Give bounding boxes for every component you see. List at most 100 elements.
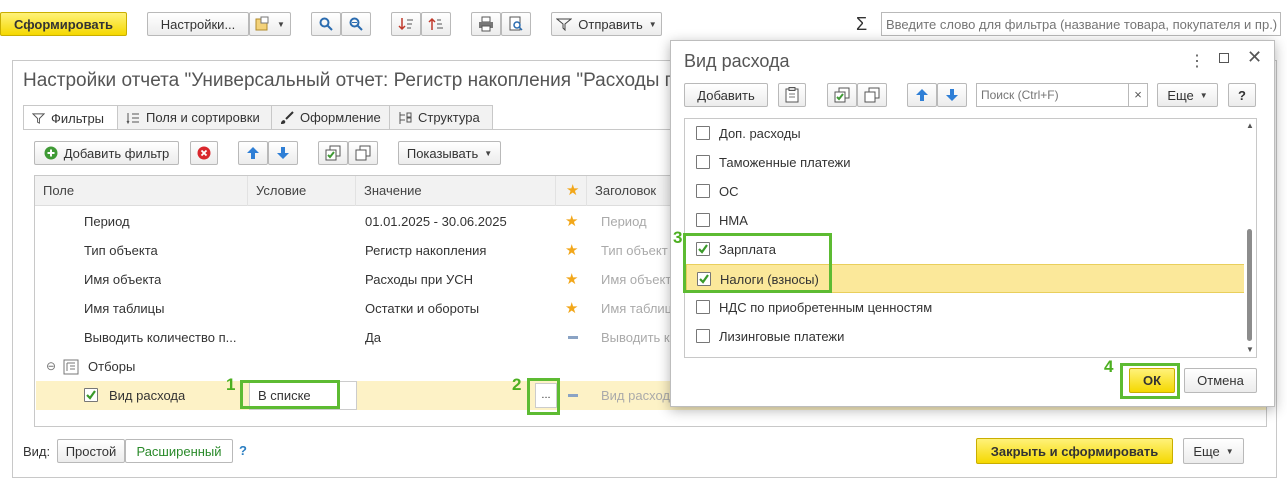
dialog-search-input[interactable] [976, 83, 1129, 107]
item-checkbox[interactable] [696, 213, 710, 227]
sum-icon[interactable]: Σ [856, 14, 867, 35]
send-button[interactable]: Отправить ▼ [551, 12, 662, 36]
dialog-help-button[interactable]: ? [1228, 83, 1256, 107]
table-row[interactable]: Период 01.01.2025 - 30.06.2025 ★ Период [36, 207, 730, 236]
table-row[interactable]: Имя таблицы Остатки и обороты ★ Имя табл… [36, 294, 730, 323]
plus-circle-icon [44, 146, 58, 160]
scrollbar[interactable]: ▲ ▼ [1244, 119, 1256, 357]
arrow-up-icon [916, 89, 928, 101]
kebab-menu-icon[interactable]: ⋮ [1189, 51, 1205, 71]
list-item[interactable]: НДС по приобретенным ценностям [686, 293, 1245, 322]
print-preview-icon [509, 16, 523, 31]
highlight-condition [240, 380, 340, 409]
item-checkbox[interactable] [696, 184, 710, 198]
print-button[interactable] [471, 12, 501, 36]
scroll-up-icon[interactable]: ▲ [1246, 121, 1254, 130]
move-down-button[interactable] [268, 141, 298, 165]
cancel-button[interactable]: Отмена [1184, 368, 1257, 393]
search-icon [319, 17, 333, 31]
view-label: Вид: [23, 444, 51, 459]
dialog-uncheck-all-button[interactable] [857, 83, 887, 107]
view-extended-button[interactable]: Расширенный [125, 439, 233, 463]
table-row[interactable]: Имя объекта Расходы при УСН ★ Имя объект [36, 265, 730, 294]
sort-icon [398, 18, 413, 31]
filter-checkbox[interactable] [84, 388, 98, 402]
move-up-button[interactable] [238, 141, 268, 165]
dialog-title: Вид расхода [684, 51, 790, 71]
filter-icon [32, 112, 45, 124]
group-row[interactable]: ⊖ Отборы [36, 352, 730, 381]
delete-button[interactable] [190, 141, 218, 165]
show-button[interactable]: Показывать ▼ [398, 141, 501, 165]
copy-button[interactable] [778, 83, 806, 107]
find-button[interactable] [311, 12, 341, 36]
send-icon [556, 18, 573, 31]
list-item[interactable]: Лизинговые платежи [686, 322, 1245, 351]
arrow-up-icon [247, 147, 259, 159]
col-field[interactable]: Поле [35, 176, 248, 206]
preview-button[interactable] [501, 12, 531, 36]
star-icon[interactable]: ★ [565, 265, 578, 294]
check-all-button[interactable] [318, 141, 348, 165]
list-item[interactable]: Таможенные платежи [686, 148, 1245, 177]
dialog-more-button[interactable]: Еще ▼ [1157, 83, 1218, 107]
sort-desc-button[interactable] [421, 12, 451, 36]
brush-icon [281, 110, 294, 124]
more-button[interactable]: Еще ▼ [1183, 438, 1244, 464]
help-link[interactable]: ? [239, 443, 247, 458]
col-condition[interactable]: Условие [248, 176, 356, 206]
list-item[interactable]: ОС [686, 177, 1245, 206]
filter-input[interactable] [881, 12, 1281, 36]
table-row[interactable]: Выводить количество п... Да Выводить ко [36, 323, 730, 352]
marker-3: 3 [673, 228, 683, 247]
maximize-icon[interactable] [1219, 53, 1229, 63]
list-item[interactable]: Доп. расходы [686, 119, 1245, 148]
list-item[interactable]: НМА [686, 206, 1245, 235]
item-checkbox[interactable] [696, 329, 710, 343]
marker-4: 4 [1104, 357, 1114, 376]
arrow-down-icon [946, 89, 958, 101]
search-next-icon [349, 17, 363, 31]
star-icon[interactable]: ★ [565, 207, 578, 236]
sort-desc-icon [428, 17, 443, 30]
dialog-check-all-button[interactable] [827, 83, 857, 107]
tab-design[interactable]: Оформление [271, 105, 390, 129]
uncheck-all-icon [355, 145, 371, 161]
scroll-down-icon[interactable]: ▼ [1246, 345, 1254, 354]
collapse-icon[interactable]: ⊖ [46, 352, 56, 381]
find-next-button[interactable] [341, 12, 371, 36]
item-checkbox[interactable] [696, 126, 710, 140]
star-icon[interactable]: ★ [565, 294, 578, 323]
form-report-button[interactable]: Сформировать [0, 12, 127, 36]
star-icon[interactable]: ★ [565, 236, 578, 265]
settings-title: Настройки отчета "Универсальный отчет: Р… [23, 70, 683, 91]
dash-icon[interactable] [568, 336, 578, 339]
tab-structure[interactable]: Структура [389, 105, 493, 129]
clear-search-icon[interactable]: × [1128, 83, 1148, 107]
add-filter-button[interactable]: Добавить фильтр [34, 141, 179, 165]
close-icon[interactable]: ✕ [1247, 47, 1262, 68]
dialog-add-button[interactable]: Добавить [684, 83, 768, 107]
sort-button[interactable] [391, 12, 421, 36]
item-checkbox[interactable] [696, 155, 710, 169]
delete-icon [197, 146, 211, 160]
close-and-form-button[interactable]: Закрыть и сформировать [976, 438, 1173, 464]
report-variant-icon [255, 16, 269, 31]
check-all-icon [834, 87, 850, 103]
settings-button[interactable]: Настройки... [147, 12, 249, 36]
tab-fields-sorting[interactable]: Поля и сортировки [117, 105, 272, 129]
chevron-down-icon: ▼ [277, 19, 285, 29]
view-simple-button[interactable]: Простой [57, 439, 125, 463]
dialog-move-up-button[interactable] [907, 83, 937, 107]
dialog-move-down-button[interactable] [937, 83, 967, 107]
highlight-checked-items [683, 233, 832, 293]
variants-button[interactable]: ▼ [249, 12, 291, 36]
scroll-thumb[interactable] [1247, 229, 1252, 341]
uncheck-all-button[interactable] [348, 141, 378, 165]
col-star-icon[interactable]: ★ [556, 176, 587, 206]
dash-icon[interactable] [568, 394, 578, 397]
table-row[interactable]: Тип объекта Регистр накопления ★ Тип объ… [36, 236, 730, 265]
tab-filters[interactable]: Фильтры [23, 105, 118, 130]
col-value[interactable]: Значение [356, 176, 556, 206]
item-checkbox[interactable] [696, 300, 710, 314]
